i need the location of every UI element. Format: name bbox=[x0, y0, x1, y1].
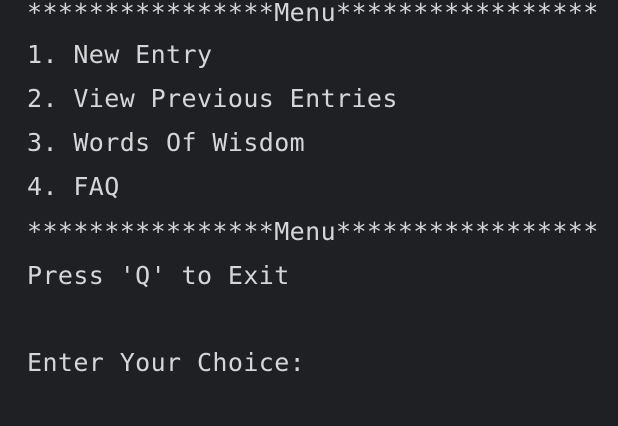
exit-hint: Press 'Q' to Exit bbox=[27, 261, 290, 290]
input-prompt[interactable]: Enter Your Choice: bbox=[27, 348, 317, 378]
menu-item-view-previous-entries: 2. View Previous Entries bbox=[27, 84, 398, 113]
menu-item-new-entry: 1. New Entry bbox=[27, 40, 213, 69]
menu-item-words-of-wisdom: 3. Words Of Wisdom bbox=[27, 128, 306, 157]
menu-footer: ****************Menu***************** bbox=[27, 217, 599, 246]
prompt-label: Enter Your Choice: bbox=[27, 348, 306, 377]
terminal-output[interactable]: ****************Menu***************** 1.… bbox=[0, 0, 618, 426]
menu-item-faq: 4. FAQ bbox=[27, 172, 120, 201]
menu-header: ****************Menu***************** bbox=[27, 0, 599, 27]
